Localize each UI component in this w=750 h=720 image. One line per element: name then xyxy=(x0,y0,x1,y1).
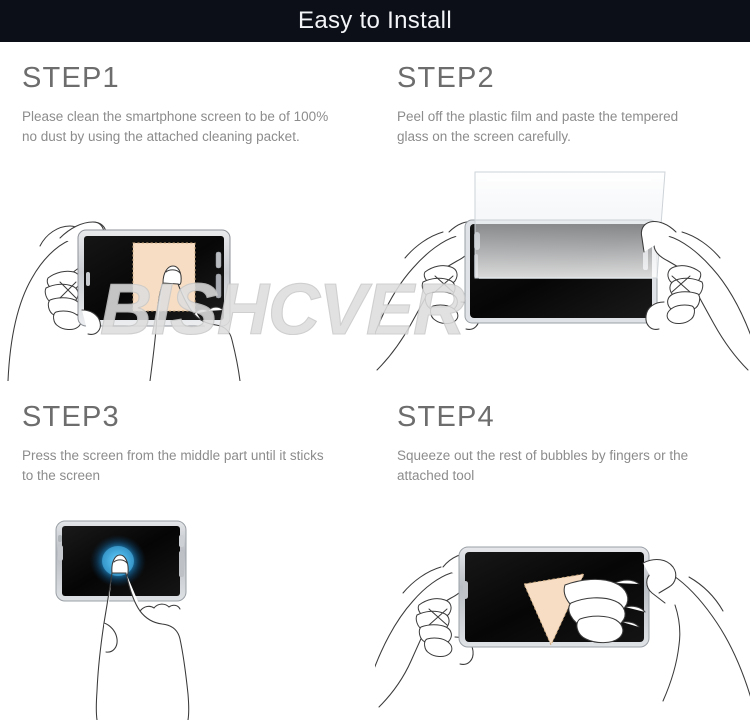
step-3-heading: STEP3 xyxy=(22,401,120,433)
step-card-2: STEP2 Peel off the plastic film and past… xyxy=(375,42,750,381)
header-bar: Easy to Install xyxy=(0,0,750,42)
page-title: Easy to Install xyxy=(298,7,452,34)
step-2-description: Peel off the plastic film and paste the … xyxy=(397,109,679,144)
step-1-illustration xyxy=(0,160,375,381)
left-hand-fingers xyxy=(415,598,453,657)
step-4-heading: STEP4 xyxy=(397,401,495,433)
step-4-description: Squeeze out the rest of bubbles by finge… xyxy=(397,448,689,483)
step-3-illustration xyxy=(0,499,375,720)
step-1-heading: STEP1 xyxy=(22,62,120,94)
step-1-description: Please clean the smartphone screen to be… xyxy=(22,109,329,144)
step-card-4: STEP4 Squeeze out the rest of bubbles by… xyxy=(375,381,750,720)
steps-grid: STEP1 Please clean the smartphone screen… xyxy=(0,42,750,720)
step-3-description: Press the screen from the middle part un… xyxy=(22,448,324,483)
left-hand-fingers xyxy=(421,265,459,324)
step-card-1: STEP1 Please clean the smartphone screen… xyxy=(0,42,375,381)
tempered-glass-film xyxy=(474,171,666,279)
step-2-heading: STEP2 xyxy=(397,62,495,94)
step-2-illustration xyxy=(375,160,750,381)
step-4-illustration xyxy=(375,499,750,720)
right-hand-fingers xyxy=(666,265,704,324)
step-card-3: STEP3 Press the screen from the middle p… xyxy=(0,381,375,720)
